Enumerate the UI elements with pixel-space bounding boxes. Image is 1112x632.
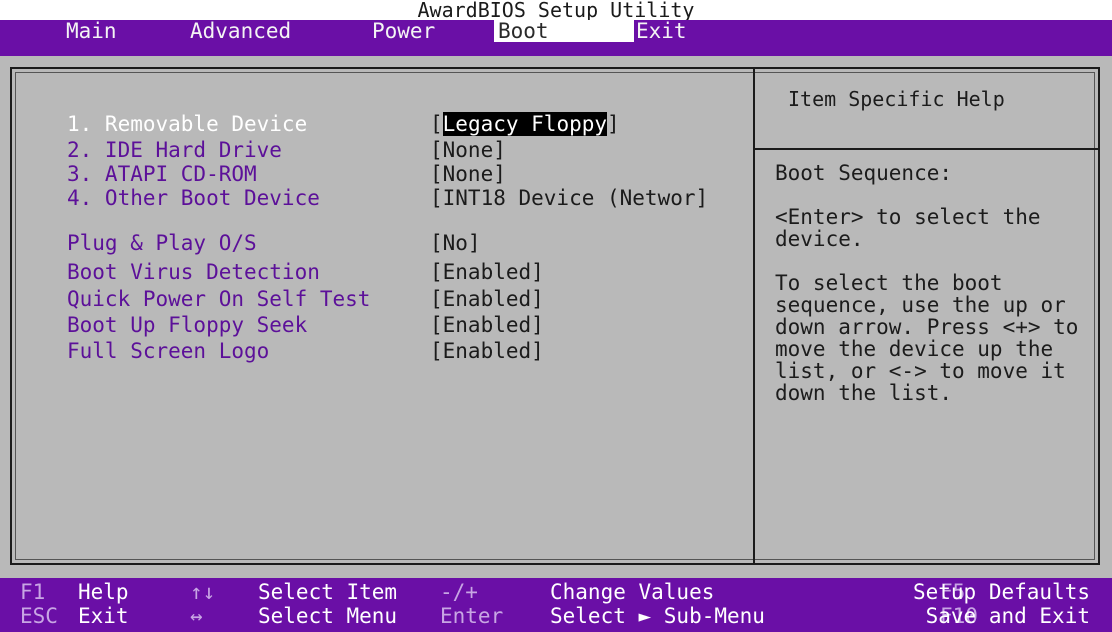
key-change-values: -/+	[440, 580, 478, 604]
key-enter-desc: Select ► Sub-Menu	[550, 604, 765, 628]
option-ide-hard-drive[interactable]: 2. IDE Hard Drive	[67, 138, 282, 162]
option-quick-power-on-self-test[interactable]: Quick Power On Self Test	[67, 287, 370, 311]
key-help: F1	[20, 580, 46, 604]
menu-bar: Main Advanced Power Boot Exit	[0, 20, 1112, 56]
bios-title: AwardBIOS Setup Utility	[0, 0, 1112, 20]
help-divider	[755, 148, 1098, 150]
option-boot-up-floppy-seek[interactable]: Boot Up Floppy Seek	[67, 313, 307, 337]
option-quick-power-on-self-test-value[interactable]: [Enabled]	[430, 287, 544, 311]
option-other-boot-device-value[interactable]: [INT18 Device (Networ]	[430, 186, 708, 210]
key-legend: F1 Help ESC Exit ↑↓ Select Item ↔ Select…	[0, 578, 1112, 632]
tab-main[interactable]: Main	[66, 20, 117, 42]
option-atapi-cd-rom[interactable]: 3. ATAPI CD-ROM	[67, 162, 257, 186]
key-select-menu-desc: Select Menu	[258, 604, 398, 628]
key-exit-desc: Exit	[78, 604, 129, 628]
key-exit: ESC	[20, 604, 58, 628]
option-plug-and-play-os[interactable]: Plug & Play O/S	[67, 231, 257, 255]
key-enter: Enter	[440, 604, 504, 628]
option-full-screen-logo-value[interactable]: [Enabled]	[430, 339, 544, 363]
option-boot-up-floppy-seek-value[interactable]: [Enabled]	[430, 313, 544, 337]
tab-advanced[interactable]: Advanced	[190, 20, 291, 42]
key-select-item-desc: Select Item	[258, 580, 398, 604]
option-boot-virus-detection-value[interactable]: [Enabled]	[430, 260, 544, 284]
panel-divider	[753, 69, 755, 563]
option-removable-device[interactable]: 1. Removable Device	[67, 112, 307, 136]
key-help-desc: Help	[78, 580, 129, 604]
help-title: Item Specific Help	[788, 87, 1005, 111]
option-atapi-cd-rom-value[interactable]: [None]	[430, 162, 506, 186]
option-removable-device-value[interactable]: [Legacy Floppy]	[430, 112, 620, 136]
option-other-boot-device[interactable]: 4. Other Boot Device	[67, 186, 320, 210]
key-save-exit-desc: Save and Exit	[925, 604, 1090, 628]
tab-power[interactable]: Power	[372, 20, 435, 42]
option-plug-and-play-os-value[interactable]: [No]	[430, 231, 481, 255]
help-text: Boot Sequence: <Enter> to select the dev…	[775, 161, 1079, 405]
tab-exit[interactable]: Exit	[636, 20, 687, 42]
key-change-values-desc: Change Values	[550, 580, 715, 604]
arrows-leftright-icon: ↔	[190, 604, 203, 628]
arrows-updown-icon: ↑↓	[190, 580, 216, 604]
option-boot-virus-detection[interactable]: Boot Virus Detection	[67, 260, 320, 284]
option-full-screen-logo[interactable]: Full Screen Logo	[67, 339, 269, 363]
key-setup-defaults-desc: Setup Defaults	[912, 580, 1090, 604]
option-ide-hard-drive-value[interactable]: [None]	[430, 138, 506, 162]
tab-boot[interactable]: Boot	[494, 20, 634, 42]
